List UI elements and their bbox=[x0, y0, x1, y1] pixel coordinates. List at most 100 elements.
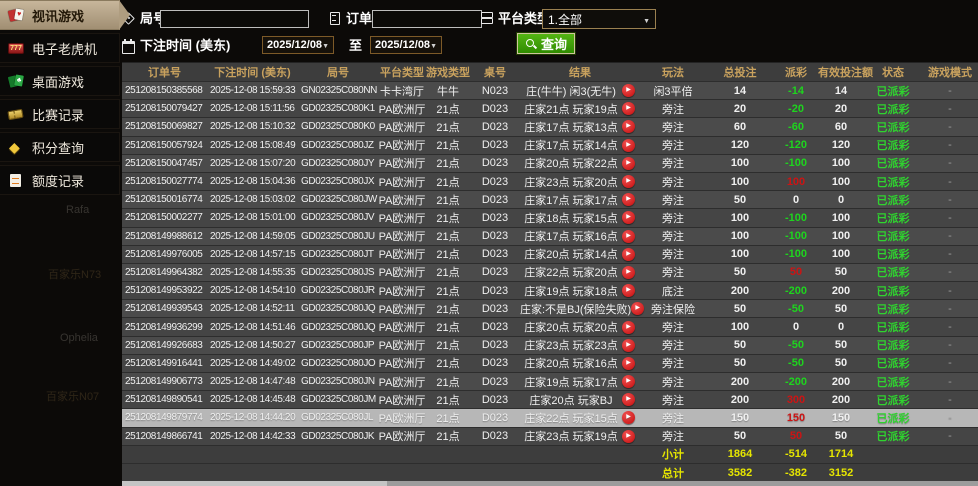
date-from-picker[interactable]: 2025/12/08 bbox=[262, 36, 334, 54]
table-row[interactable]: 2512081500794272025-12-08 15:11:56GD0232… bbox=[122, 100, 978, 118]
cell-order-no: 251208149866741 bbox=[122, 431, 207, 442]
column-header: 结果 bbox=[520, 64, 640, 80]
cell-round-no: GD02325C080JL bbox=[298, 412, 378, 423]
play-video-button[interactable] bbox=[622, 393, 635, 406]
table-row[interactable]: 2512081499539222025-12-08 14:54:10GD0232… bbox=[122, 282, 978, 300]
cell-play: 旁注保险 bbox=[640, 301, 706, 317]
cell-game-mode: - bbox=[922, 176, 978, 188]
play-video-button[interactable] bbox=[622, 139, 635, 152]
table-row[interactable]: 2512081500167742025-12-08 15:03:02GD0232… bbox=[122, 191, 978, 209]
cell-valid-bet: 50 bbox=[818, 430, 864, 442]
sidebar-item-slot-777[interactable]: 电子老虎机 bbox=[0, 33, 120, 63]
play-video-button[interactable] bbox=[622, 211, 635, 224]
play-video-button[interactable] bbox=[622, 120, 635, 133]
play-video-button[interactable] bbox=[622, 193, 635, 206]
table-row[interactable]: 2512081498905412025-12-08 14:45:48GD0232… bbox=[122, 391, 978, 409]
cell-result: 庄家:不是BJ(保险失败) bbox=[520, 301, 640, 317]
table-row[interactable]: 2512081499886122025-12-08 14:59:05GD0232… bbox=[122, 228, 978, 246]
column-header: 派彩 bbox=[774, 64, 818, 80]
cell-total-bet: 50 bbox=[706, 357, 774, 369]
cell-status: 已派彩 bbox=[864, 392, 922, 408]
play-video-button[interactable] bbox=[622, 248, 635, 261]
cell-game-mode: - bbox=[922, 321, 978, 333]
cell-total-bet: 200 bbox=[706, 376, 774, 388]
date-range-to-text: 至 bbox=[349, 35, 362, 54]
table-row[interactable]: 2512081500277742025-12-08 15:04:36GD0232… bbox=[122, 173, 978, 191]
order-number-input[interactable] bbox=[372, 10, 482, 28]
play-video-button[interactable] bbox=[622, 430, 635, 443]
table-row[interactable]: 2512081499760052025-12-08 14:57:15GD0232… bbox=[122, 246, 978, 264]
bet-time-label-text: 下注时间 (美东) bbox=[140, 35, 230, 54]
column-header: 状态 bbox=[864, 64, 922, 80]
cell-valid-bet: 100 bbox=[818, 212, 864, 224]
cell-order-no: 251208150057924 bbox=[122, 140, 207, 151]
play-video-button[interactable] bbox=[622, 175, 635, 188]
table-row[interactable]: 2512081500698272025-12-08 15:10:32GD0232… bbox=[122, 118, 978, 136]
cell-order-no: 251208150069827 bbox=[122, 121, 207, 132]
table-row[interactable]: 2512081499362992025-12-08 14:51:46GD0232… bbox=[122, 318, 978, 336]
play-video-button[interactable] bbox=[622, 284, 635, 297]
cell-platform: 卡卡湾厅 bbox=[378, 83, 426, 99]
play-video-button[interactable] bbox=[622, 84, 635, 97]
table-row[interactable]: 2512081499395432025-12-08 14:52:11GD0232… bbox=[122, 300, 978, 318]
play-video-button[interactable] bbox=[622, 321, 635, 334]
sidebar-item-ticket[interactable]: 比赛记录 bbox=[0, 99, 120, 129]
table-row[interactable]: 2512081499643822025-12-08 14:55:35GD0232… bbox=[122, 264, 978, 282]
table-row[interactable]: 2512081498797742025-12-08 14:44:20GD0232… bbox=[122, 409, 978, 427]
platform-type-select[interactable]: 1.全部 bbox=[542, 9, 656, 29]
search-button[interactable]: 查询 bbox=[517, 33, 575, 54]
cell-bet-time: 2025-12-08 15:04:36 bbox=[207, 176, 298, 187]
cell-payout: -20 bbox=[774, 103, 818, 115]
play-video-button[interactable] bbox=[622, 266, 635, 279]
cell-total-bet: 100 bbox=[706, 248, 774, 260]
play-video-button[interactable] bbox=[622, 357, 635, 370]
date-to-picker[interactable]: 2025/12/08 bbox=[370, 36, 442, 54]
cell-table-no: D023 bbox=[470, 412, 520, 424]
play-video-button[interactable] bbox=[622, 102, 635, 115]
cell-game-mode: - bbox=[922, 285, 978, 297]
cell-payout: 150 bbox=[774, 412, 818, 424]
table-row[interactable]: 2512081499164412025-12-08 14:49:02GD0232… bbox=[122, 355, 978, 373]
table-row[interactable]: 2512081499266832025-12-08 14:50:27GD0232… bbox=[122, 337, 978, 355]
cell-play: 旁注 bbox=[640, 374, 706, 390]
total-valid-bet: 3152 bbox=[818, 467, 864, 479]
table-row[interactable]: 2512081500579242025-12-08 15:08:49GD0232… bbox=[122, 137, 978, 155]
play-video-button[interactable] bbox=[622, 157, 635, 170]
table-row[interactable]: 2512081503855682025-12-08 15:59:33GN0232… bbox=[122, 82, 978, 100]
cell-payout: 100 bbox=[774, 176, 818, 188]
cell-payout: -50 bbox=[774, 303, 818, 315]
table-row[interactable]: 2512081499067732025-12-08 14:47:48GD0232… bbox=[122, 373, 978, 391]
cell-round-no: GD02325C080K1 bbox=[298, 103, 378, 114]
table-row[interactable]: 2512081500474572025-12-08 15:07:20GD0232… bbox=[122, 155, 978, 173]
sidebar-item-label: 桌面游戏 bbox=[32, 72, 84, 91]
cell-round-no: GD02325C080JY bbox=[298, 158, 378, 169]
cell-total-bet: 14 bbox=[706, 85, 774, 97]
cell-order-no: 251208149953922 bbox=[122, 285, 207, 296]
scrollbar-thumb[interactable] bbox=[122, 481, 387, 486]
cell-payout: -200 bbox=[774, 376, 818, 388]
cell-round-no: GD02325C080JK bbox=[298, 431, 378, 442]
cell-round-no: GD02325C080JS bbox=[298, 267, 378, 278]
table-row[interactable]: 2512081498667412025-12-08 14:42:33GD0232… bbox=[122, 428, 978, 446]
play-video-button[interactable] bbox=[631, 302, 644, 315]
cell-bet-time: 2025-12-08 14:55:35 bbox=[207, 267, 298, 278]
round-number-input[interactable] bbox=[160, 10, 309, 28]
table-row[interactable]: 2512081500022772025-12-08 15:01:00GD0232… bbox=[122, 209, 978, 227]
cell-play: 底注 bbox=[640, 283, 706, 299]
sidebar-item-quota-document[interactable]: 额度记录 bbox=[0, 165, 120, 195]
sidebar-item-points-diamond[interactable]: 积分查询 bbox=[0, 132, 120, 162]
play-video-button[interactable] bbox=[622, 339, 635, 352]
cell-payout: -50 bbox=[774, 357, 818, 369]
calendar-icon bbox=[122, 38, 135, 51]
cell-game-type: 21点 bbox=[426, 392, 470, 408]
bet-records-table: 订单号下注时间 (美东)局号平台类型游戏类型桌号结果玩法总投注派彩有效投注额状态… bbox=[122, 62, 978, 482]
horizontal-scrollbar[interactable] bbox=[122, 481, 978, 486]
result-text: 庄家19点 玩家17点 bbox=[520, 374, 622, 390]
sidebar-item-video-cards[interactable]: 视讯游戏 bbox=[0, 0, 120, 30]
play-video-button[interactable] bbox=[622, 411, 635, 424]
sidebar-item-table-games[interactable]: 桌面游戏 bbox=[0, 66, 120, 96]
cell-table-no: D023 bbox=[470, 321, 520, 333]
play-video-button[interactable] bbox=[622, 375, 635, 388]
cell-total-bet: 50 bbox=[706, 303, 774, 315]
play-video-button[interactable] bbox=[622, 230, 635, 243]
